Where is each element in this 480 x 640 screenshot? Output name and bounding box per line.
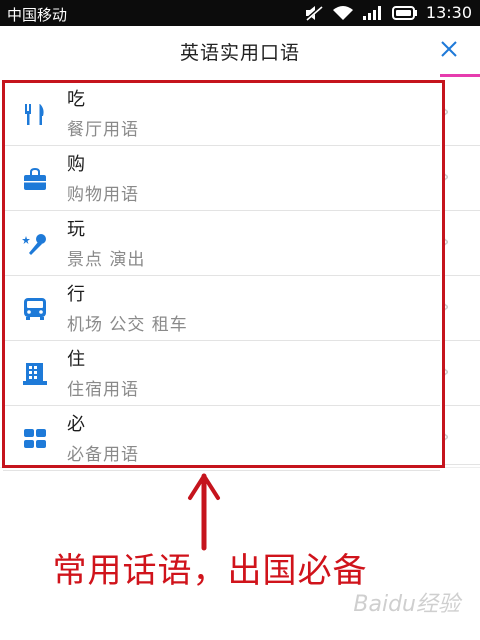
annotation-caption: 常用话语，出国必备	[52, 551, 368, 591]
signal-icon	[362, 5, 381, 20]
baidu-watermark: Baidu经验	[353, 592, 460, 617]
wifi-icon	[332, 5, 353, 20]
row-divider	[442, 275, 480, 276]
annotation-highlight-box	[2, 80, 445, 468]
row-divider	[442, 210, 480, 211]
accent-line	[440, 74, 480, 77]
mute-icon	[304, 4, 323, 21]
row-divider	[442, 145, 480, 146]
status-icons: 13:30	[304, 3, 472, 22]
clock: 13:30	[425, 3, 472, 22]
carrier-label: 中国移动	[7, 6, 68, 24]
app-header: 英语实用口语	[0, 26, 480, 74]
page-title: 英语实用口语	[179, 42, 300, 64]
battery-icon	[391, 5, 417, 20]
row-divider	[442, 464, 480, 465]
row-divider	[442, 405, 480, 406]
arrow-up-icon	[188, 473, 220, 551]
status-bar: 中国移动 13:30	[0, 0, 480, 26]
row-divider	[442, 340, 480, 341]
list-right-edge	[442, 81, 480, 465]
close-icon[interactable]	[438, 38, 460, 60]
